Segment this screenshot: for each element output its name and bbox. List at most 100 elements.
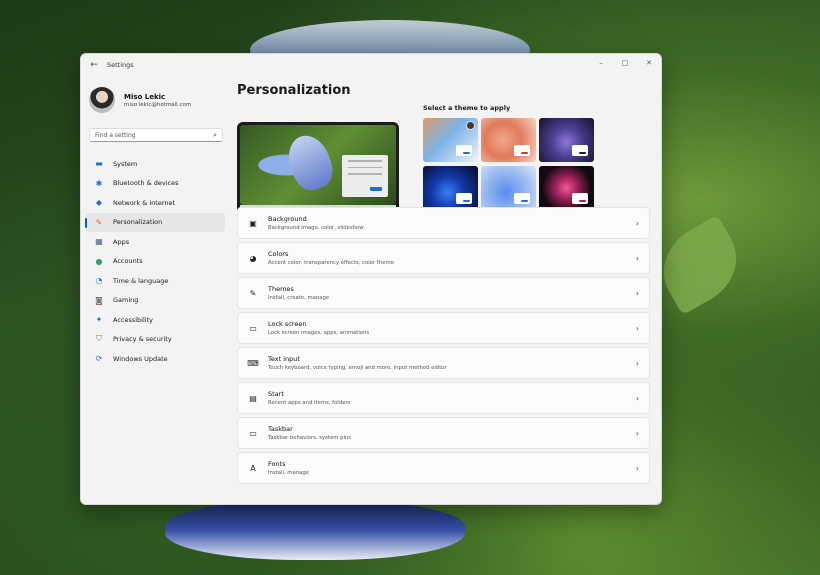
theme-glow-peach[interactable] [481, 118, 536, 162]
profile-email: miso.lekic@hotmail.com [124, 101, 192, 108]
chevron-right-icon: › [635, 393, 639, 403]
sidebar-item-system[interactable]: ▬ System [85, 154, 225, 174]
brush-icon: ✎ [249, 288, 257, 298]
user-profile[interactable]: Miso Lekic miso.lekic@hotmail.com [81, 76, 229, 118]
setting-title: Text input [268, 355, 300, 363]
preview-window [342, 155, 388, 197]
theme-dark-purple[interactable] [539, 118, 594, 162]
sidebar-item-label: Accessibility [113, 315, 153, 324]
search-icon[interactable]: ⌕ [213, 131, 217, 140]
settings-window: ← Settings – □ ✕ Miso Lekic miso.lekic@h… [80, 53, 662, 505]
sidebar-item-label: Apps [113, 237, 130, 246]
setting-fonts[interactable]: A Fonts Install, manage › [237, 452, 650, 484]
sidebar-item-label: Bluetooth & devices [113, 179, 179, 188]
theme-window-preview [572, 145, 588, 156]
sidebar-item-bluetooth-devices[interactable]: ✱ Bluetooth & devices [85, 174, 225, 194]
setting-colors[interactable]: ◕ Colors Accent color, transparency effe… [237, 242, 650, 274]
controller-icon: ◙ [95, 295, 103, 305]
setting-title: Start [268, 390, 284, 398]
shield-icon: ⛉ [96, 334, 102, 344]
sidebar-item-personalization[interactable]: ✎ Personalization [85, 212, 225, 232]
wifi-icon: ◆ [95, 198, 103, 208]
setting-themes[interactable]: ✎ Themes Install, create, manage › [237, 277, 650, 309]
chevron-right-icon: › [635, 218, 639, 228]
settings-list: ▣ Background Background image, color, sl… [237, 207, 650, 487]
sidebar-item-privacy-security[interactable]: ⛉ Privacy & security [85, 330, 225, 350]
setting-text-input[interactable]: ⌨ Text input Touch keyboard, voice typin… [237, 347, 650, 379]
back-button[interactable]: ← [83, 54, 105, 76]
window-controls: – □ ✕ [589, 54, 661, 72]
theme-flower[interactable] [539, 166, 594, 210]
theme-hero: Select a theme to apply [237, 104, 661, 214]
chevron-right-icon: › [635, 323, 639, 333]
setting-subtitle: Install, manage [268, 470, 309, 476]
start-icon: ▤ [249, 393, 257, 403]
themes-grid [423, 118, 594, 210]
setting-lock-screen[interactable]: ▭ Lock screen Lock screen images, apps, … [237, 312, 650, 344]
window-title: Settings [107, 61, 134, 69]
themes-label: Select a theme to apply [423, 104, 511, 112]
setting-start[interactable]: ▤ Start Recent apps and items, folders › [237, 382, 650, 414]
wallpaper-butterfly-bottom [165, 500, 465, 560]
keyboard-icon: ⌨ [247, 358, 259, 368]
sidebar-item-network-internet[interactable]: ◆ Network & internet [85, 193, 225, 213]
sidebar-item-gaming[interactable]: ◙ Gaming [85, 291, 225, 311]
apps-icon: ▦ [95, 237, 103, 247]
brush-icon: ✎ [95, 217, 103, 227]
desktop-preview [237, 122, 399, 214]
title-bar: ← Settings – □ ✕ [81, 54, 661, 76]
fonts-icon: A [250, 463, 256, 473]
setting-subtitle: Install, create, manage [268, 295, 330, 301]
preview-wallpaper [240, 125, 396, 205]
person-icon: ● [95, 256, 103, 266]
palette-icon: ◕ [249, 253, 257, 263]
maximize-button[interactable]: □ [613, 54, 637, 72]
chevron-right-icon: › [635, 253, 639, 263]
theme-light-blue[interactable] [481, 166, 536, 210]
setting-subtitle: Recent apps and items, folders [268, 400, 351, 406]
theme-window-preview [572, 193, 588, 204]
sidebar-nav: ▬ System ✱ Bluetooth & devices ◆ Network &… [81, 154, 229, 369]
avatar [89, 87, 115, 113]
sidebar-item-label: Accounts [113, 257, 143, 266]
setting-title: Taskbar [268, 425, 293, 433]
minimize-button[interactable]: – [589, 54, 613, 72]
monitor-icon: ▬ [95, 159, 103, 169]
sidebar-item-label: Network & internet [113, 198, 176, 207]
bluetooth-icon: ✱ [95, 178, 103, 188]
theme-dark-blue[interactable] [423, 166, 478, 210]
theme-window-preview [456, 193, 472, 204]
setting-title: Colors [268, 250, 289, 258]
lock-screen-icon: ▭ [249, 323, 257, 333]
theme-window-preview [514, 193, 530, 204]
sidebar-item-label: System [113, 159, 138, 168]
setting-subtitle: Accent color, transparency effects, colo… [268, 260, 394, 266]
sidebar-item-windows-update[interactable]: ⟳ Windows Update [85, 349, 225, 369]
accessibility-icon: ✦ [95, 315, 103, 325]
theme-custom[interactable] [423, 118, 478, 162]
sidebar-item-accounts[interactable]: ● Accounts [85, 252, 225, 272]
setting-title: Background [268, 215, 307, 223]
sidebar-item-apps[interactable]: ▦ Apps [85, 232, 225, 252]
page-title: Personalization [237, 83, 351, 98]
sidebar-item-label: Privacy & security [113, 335, 172, 344]
setting-title: Lock screen [268, 320, 307, 328]
chevron-right-icon: › [635, 288, 639, 298]
sidebar-item-accessibility[interactable]: ✦ Accessibility [85, 310, 225, 330]
close-button[interactable]: ✕ [637, 54, 661, 72]
sidebar: Miso Lekic miso.lekic@hotmail.com Find a… [81, 76, 229, 504]
theme-window-preview [456, 145, 472, 156]
setting-title: Fonts [268, 460, 286, 468]
setting-subtitle: Background image, color, slideshow [268, 225, 364, 231]
setting-title: Themes [268, 285, 294, 293]
sidebar-item-time-language[interactable]: ◔ Time & language [85, 271, 225, 291]
preview-butterfly [281, 129, 339, 196]
sidebar-item-label: Gaming [113, 296, 139, 305]
setting-subtitle: Touch keyboard, voice typing, emoji and … [268, 365, 447, 371]
chevron-right-icon: › [635, 358, 639, 368]
search-input[interactable]: Find a setting ⌕ [89, 128, 223, 142]
setting-taskbar[interactable]: ▭ Taskbar Taskbar behaviors, system pins… [237, 417, 650, 449]
image-icon: ▣ [249, 218, 257, 228]
setting-background[interactable]: ▣ Background Background image, color, sl… [237, 207, 650, 239]
theme-window-preview [514, 145, 530, 156]
